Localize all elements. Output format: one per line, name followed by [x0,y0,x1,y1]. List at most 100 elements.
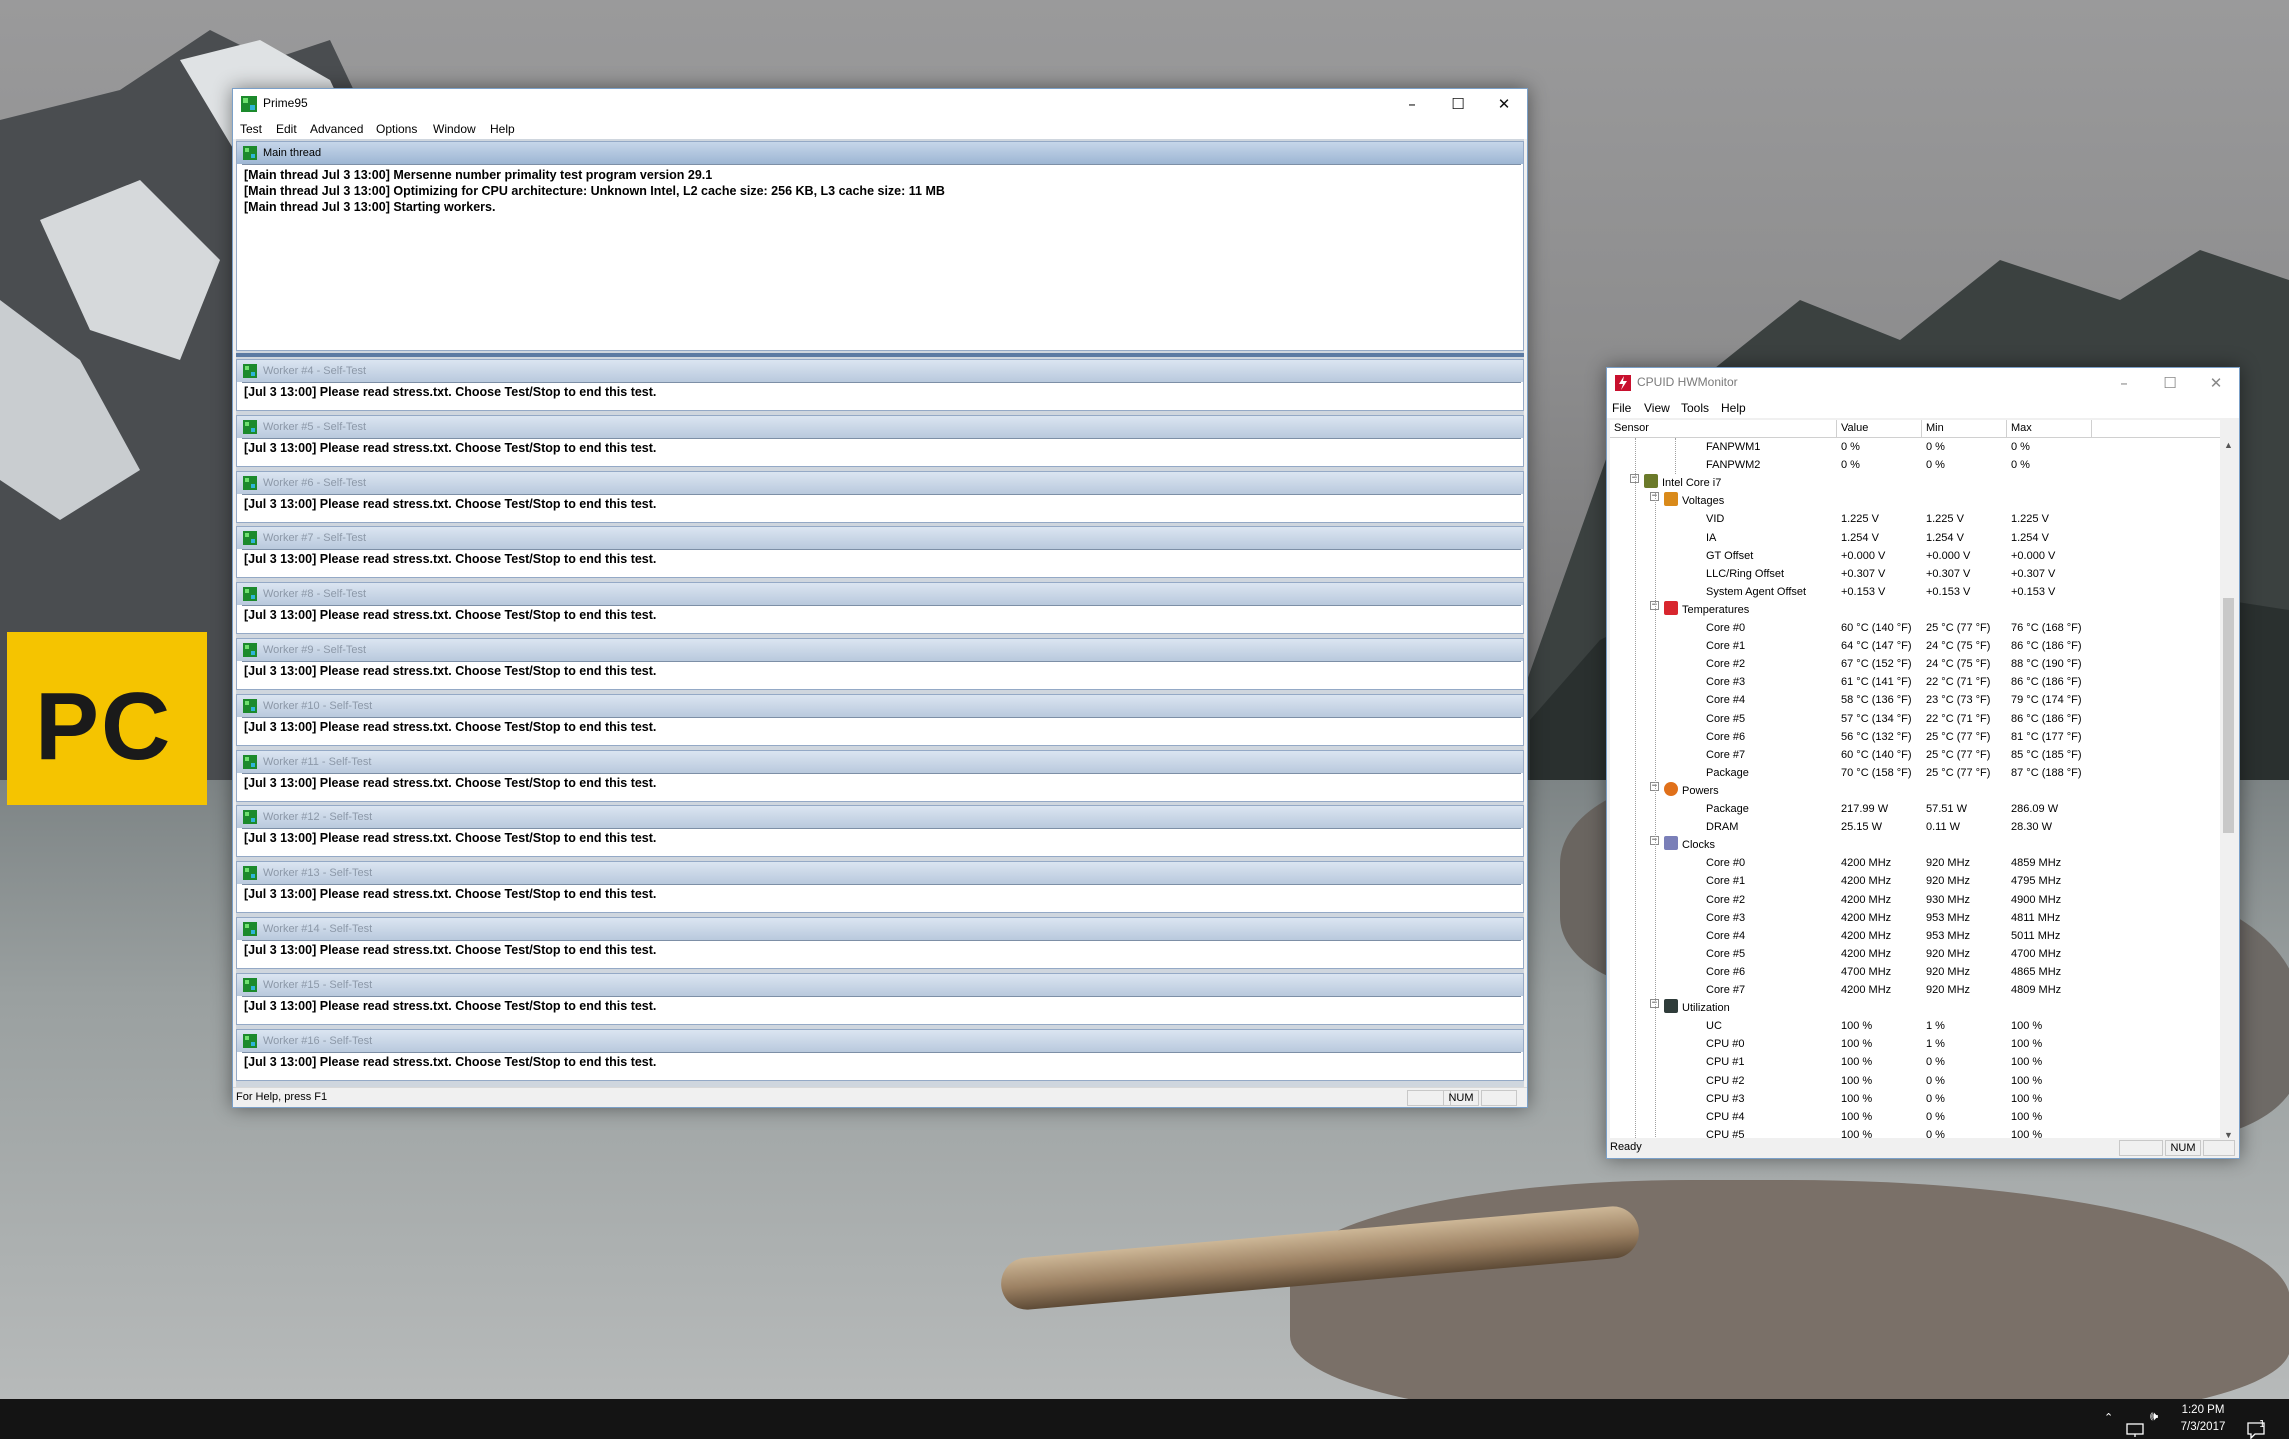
main-thread-caption[interactable]: Main thread [237,142,1523,164]
sensor-group-row[interactable]: − Clocks [1610,836,2220,854]
worker-window[interactable]: Worker #4 - Self-Test [Jul 3 13:00] Pleas… [236,359,1524,411]
menu-view[interactable]: View [1644,401,1670,415]
sensor-row[interactable]: CPU #2 100 % 0 % 100 % [1610,1072,2220,1090]
sensor-row[interactable]: CPU #1 100 % 0 % 100 % [1610,1053,2220,1071]
menu-options[interactable]: Options [376,122,417,136]
column-min[interactable]: Min [1922,420,2007,438]
worker-caption[interactable]: Worker #15 - Self-Test [237,973,1523,996]
menu-file[interactable]: File [1612,401,1631,415]
sensor-row[interactable]: Core #2 67 °C (152 °F) 24 °C (75 °F) 88 °C … [1610,655,2220,673]
sensor-row[interactable]: CPU #3 100 % 0 % 100 % [1610,1090,2220,1108]
sensor-row[interactable]: Core #0 4200 MHz 920 MHz 4859 MHz [1610,854,2220,872]
worker-window[interactable]: Worker #14 - Self-Test [Jul 3 13:00] Plea… [236,917,1524,969]
worker-caption[interactable]: Worker #14 - Self-Test [237,918,1523,940]
sensor-row[interactable]: FANPWM1 0 % 0 % 0 % [1610,438,2220,456]
sensor-row[interactable]: Package 70 °C (158 °F) 25 °C (77 °F) 87 °C … [1610,764,2220,782]
sensor-row[interactable]: Core #5 57 °C (134 °F) 22 °C (71 °F) 86 °C … [1610,710,2220,728]
sensor-scrollbar[interactable]: ▲ ▼ [2220,438,2237,1142]
sensor-row[interactable]: Core #7 60 °C (140 °F) 25 °C (77 °F) 85 °C … [1610,746,2220,764]
sensor-row[interactable]: Core #3 4200 MHz 953 MHz 4811 MHz [1610,909,2220,927]
sensor-row[interactable]: CPU #4 100 % 0 % 100 % [1610,1108,2220,1126]
worker-caption[interactable]: Worker #4 - Self-Test [237,360,1523,382]
sensor-row[interactable]: DRAM 25.15 W 0.11 W 28.30 W [1610,818,2220,836]
sensor-row[interactable]: FANPWM2 0 % 0 % 0 % [1610,456,2220,474]
show-hidden-icons-icon[interactable]: ⌃ [2104,1411,2113,1439]
worker-window[interactable]: Worker #6 - Self-Test [Jul 3 13:00] Pleas… [236,470,1524,523]
worker-caption[interactable]: Worker #11 - Self-Test [237,750,1523,773]
menu-help[interactable]: Help [490,122,515,136]
worker-log[interactable]: [Jul 3 13:00] Please read stress.txt. Ch… [242,772,1521,799]
sensor-row[interactable]: Core #1 64 °C (147 °F) 24 °C (75 °F) 86 °C … [1610,637,2220,655]
worker-caption[interactable]: Worker #5 - Self-Test [237,415,1523,438]
sensor-row[interactable]: Core #1 4200 MHz 920 MHz 4795 MHz [1610,872,2220,890]
sensor-tree[interactable]: FANPWM1 0 % 0 % 0 % FANPWM2 0 % 0 % 0 % − Intel C… [1610,438,2220,1142]
worker-caption[interactable]: Worker #10 - Self-Test [237,694,1523,717]
menu-edit[interactable]: Edit [276,122,297,136]
hwmonitor-titlebar[interactable]: CPUID HWMonitor – ☐ ✕ [1607,368,2239,398]
sensor-row[interactable]: Core #5 4200 MHz 920 MHz 4700 MHz [1610,945,2220,963]
maximize-button[interactable]: ☐ [2147,368,2193,398]
column-max[interactable]: Max [2007,420,2092,438]
sensor-row[interactable]: Core #4 4200 MHz 953 MHz 5011 MHz [1610,927,2220,945]
worker-log[interactable]: [Jul 3 13:00] Please read stress.txt. Ch… [242,382,1521,408]
scroll-thumb[interactable] [2223,598,2234,833]
worker-log[interactable]: [Jul 3 13:00] Please read stress.txt. Ch… [242,549,1521,576]
sensor-group-row[interactable]: − Utilization [1610,999,2220,1017]
minimize-button[interactable]: – [1389,89,1435,119]
worker-window[interactable]: Worker #15 - Self-Test [Jul 3 13:00] Plea… [236,972,1524,1025]
worker-log[interactable]: [Jul 3 13:00] Please read stress.txt. Ch… [242,661,1521,687]
worker-caption[interactable]: Worker #7 - Self-Test [237,527,1523,550]
sensor-row[interactable]: Core #6 56 °C (132 °F) 25 °C (77 °F) 81 °C … [1610,728,2220,746]
main-thread-log[interactable]: [Main thread Jul 3 13:00] Mersenne numbe… [242,164,1521,348]
sensor-row[interactable]: IA 1.254 V 1.254 V 1.254 V [1610,529,2220,547]
worker-caption[interactable]: Worker #13 - Self-Test [237,862,1523,885]
worker-log[interactable]: [Jul 3 13:00] Please read stress.txt. Ch… [242,605,1521,632]
worker-log[interactable]: [Jul 3 13:00] Please read stress.txt. Ch… [242,940,1521,966]
sensor-row[interactable]: Core #3 61 °C (141 °F) 22 °C (71 °F) 86 °C … [1610,673,2220,691]
close-button[interactable]: ✕ [1481,89,1527,119]
scroll-up-icon[interactable]: ▲ [2224,440,2233,450]
worker-window[interactable]: Worker #13 - Self-Test [Jul 3 13:00] Plea… [236,861,1524,914]
worker-window[interactable]: Worker #11 - Self-Test [Jul 3 13:00] Plea… [236,749,1524,802]
sensor-row[interactable]: CPU #0 100 % 1 % 100 % [1610,1035,2220,1053]
prime95-titlebar[interactable]: Prime95 – ☐ ✕ [233,89,1527,119]
column-sensor[interactable]: Sensor [1610,420,1837,438]
worker-log[interactable]: [Jul 3 13:00] Please read stress.txt. Ch… [242,716,1521,743]
taskbar-clock[interactable]: 1:20 PM 7/3/2017 [2168,1402,2238,1436]
worker-log[interactable]: [Jul 3 13:00] Please read stress.txt. Ch… [242,995,1521,1022]
worker-window[interactable]: Worker #5 - Self-Test [Jul 3 13:00] Pleas… [236,414,1524,467]
worker-caption[interactable]: Worker #8 - Self-Test [237,583,1523,606]
menu-help[interactable]: Help [1721,401,1746,415]
sensor-row[interactable]: Core #7 4200 MHz 920 MHz 4809 MHz [1610,981,2220,999]
worker-window[interactable]: Worker #7 - Self-Test [Jul 3 13:00] Pleas… [236,526,1524,579]
worker-window[interactable]: Worker #8 - Self-Test [Jul 3 13:00] Pleas… [236,582,1524,635]
worker-log[interactable]: [Jul 3 13:00] Please read stress.txt. Ch… [242,828,1521,855]
splitter[interactable] [236,353,1524,357]
worker-log[interactable]: [Jul 3 13:00] Please read stress.txt. Ch… [242,437,1521,464]
worker-window[interactable]: Worker #12 - Self-Test [Jul 3 13:00] Plea… [236,805,1524,858]
sensor-group-row[interactable]: − Temperatures [1610,600,2220,619]
worker-window[interactable]: Worker #9 - Self-Test [Jul 3 13:00] Pleas… [236,638,1524,690]
hwmonitor-window[interactable]: CPUID HWMonitor – ☐ ✕ File View Tools He… [1606,367,2240,1159]
sensor-group-row[interactable]: − Voltages [1610,492,2220,510]
sensor-row[interactable]: Core #0 60 °C (140 °F) 25 °C (77 °F) 76 °C … [1610,619,2220,637]
worker-window[interactable]: Worker #10 - Self-Test [Jul 3 13:00] Plea… [236,693,1524,746]
prime95-window[interactable]: Prime95 – ☐ ✕ Test Edit Advanced Options… [232,88,1528,1108]
menu-tools[interactable]: Tools [1681,401,1709,415]
sensor-row[interactable]: Core #2 4200 MHz 930 MHz 4900 MHz [1610,891,2220,909]
menu-window[interactable]: Window [433,122,476,136]
worker-log[interactable]: [Jul 3 13:00] Please read stress.txt. Ch… [242,493,1521,520]
sensor-row[interactable]: Core #6 4700 MHz 920 MHz 4865 MHz [1610,963,2220,981]
network-icon[interactable] [2126,1410,2144,1439]
worker-caption[interactable]: Worker #9 - Self-Test [237,639,1523,661]
worker-caption[interactable]: Worker #16 - Self-Test [237,1029,1523,1052]
worker-log[interactable]: [Jul 3 13:00] Please read stress.txt. Ch… [242,1051,1521,1078]
sensor-row[interactable]: GT Offset +0.000 V +0.000 V +0.000 V [1610,547,2220,565]
sensor-row[interactable]: Package 217.99 W 57.51 W 286.09 W [1610,800,2220,818]
worker-caption[interactable]: Worker #6 - Self-Test [237,471,1523,494]
worker-caption[interactable]: Worker #12 - Self-Test [237,806,1523,829]
sensor-row[interactable]: System Agent Offset +0.153 V +0.153 V +0.15… [1610,583,2220,601]
sensor-group-row[interactable]: − Powers [1610,781,2220,800]
worker-log[interactable]: [Jul 3 13:00] Please read stress.txt. Ch… [242,884,1521,911]
menu-advanced[interactable]: Advanced [310,122,363,136]
